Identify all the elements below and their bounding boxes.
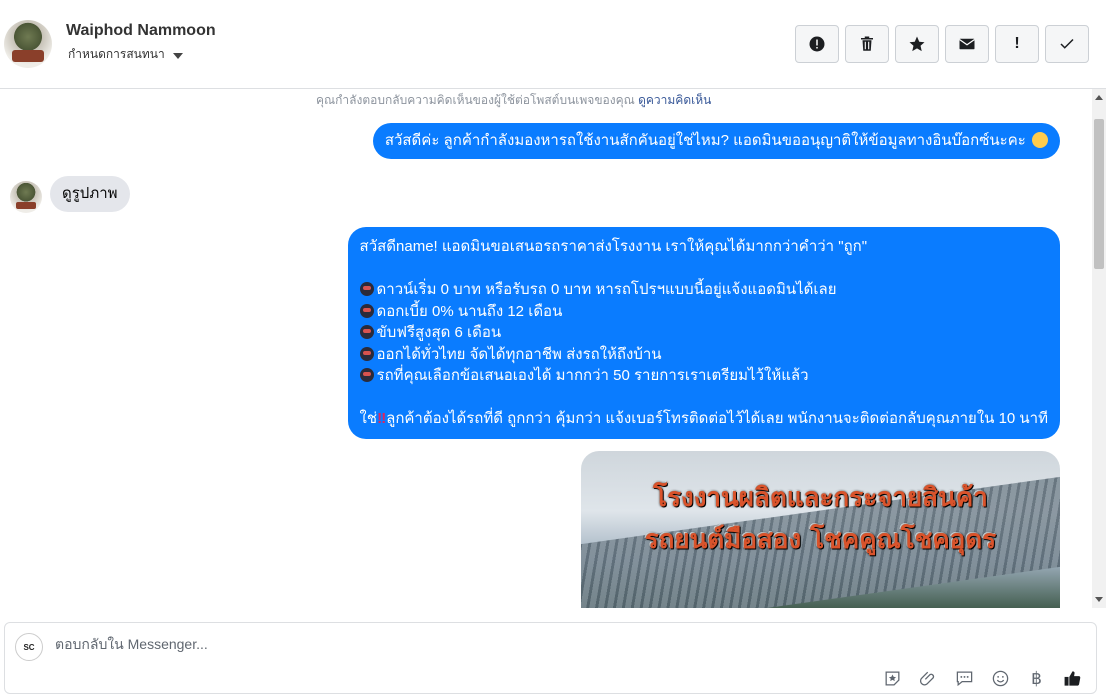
message-thread[interactable]: คุณกำลังตอบกลับความคิดเห็นของผู้ใช้ต่อโพ… — [0, 89, 1092, 608]
mark-unread-button[interactable] — [945, 25, 989, 63]
like-icon[interactable] — [1063, 669, 1082, 688]
message-line: ใช่‼ลูกค้าต้องได้รถที่ดี ถูกกว่า คุ้มกว่… — [359, 410, 1048, 427]
attachment-icon[interactable] — [919, 669, 938, 688]
conversation-header: Waiphod Nammoon กำหนดการสนทนา ! — [0, 0, 1106, 89]
double-exclamation-icon: ‼ — [377, 410, 387, 427]
message-line: รถที่คุณเลือกข้อเสนอเองได้ มากกว่า 50 รา… — [359, 365, 1048, 387]
delete-button[interactable] — [845, 25, 889, 63]
car-emoji-icon — [359, 325, 374, 339]
important-button[interactable]: ! — [995, 25, 1039, 63]
message-line: ดาวน์เริ่ม 0 บาท หรือรับรถ 0 บาท หารถโปร… — [359, 279, 1048, 301]
check-icon — [1060, 38, 1074, 49]
alert-circle-icon — [809, 36, 825, 52]
message-line: ดอกเบี้ย 0% นานถึง 12 เดือน — [359, 301, 1048, 323]
saved-reply-icon[interactable] — [955, 669, 974, 688]
payment-icon[interactable]: ฿ — [1027, 669, 1046, 688]
conversation-status-label: กำหนดการสนทนา — [68, 47, 165, 61]
scroll-up-arrow-icon[interactable] — [1095, 95, 1103, 100]
message-line: สวัสดีname! แอดมินขอเสนอรถราคาส่งโรงงาน … — [359, 238, 868, 255]
reply-input[interactable] — [53, 635, 857, 653]
message-line: ขับฟรีสูงสุด 6 เดือน — [359, 322, 1048, 344]
message-line: ออกได้ทั่วไทย จัดได้ทุกอาชีพ ส่งรถให้ถึง… — [359, 344, 1048, 366]
car-emoji-icon — [359, 303, 374, 318]
sticker-icon[interactable] — [883, 669, 902, 688]
avatar[interactable] — [4, 20, 52, 68]
reply-composer: SC ฿ — [4, 622, 1097, 694]
reply-context-notice: คุณกำลังตอบกลับความคิดเห็นของผู้ใช้ต่อโพ… — [316, 91, 711, 110]
image-title-line1: โรงงานผลิตและกระจายสินค้า — [653, 483, 988, 513]
car-emoji-icon — [359, 346, 374, 361]
sender-avatar[interactable] — [10, 181, 42, 213]
done-button[interactable] — [1045, 25, 1089, 63]
emoji-icon[interactable] — [991, 669, 1010, 688]
car-emoji-icon — [359, 368, 374, 382]
outgoing-message[interactable]: สวัสดีname! แอดมินขอเสนอรถราคาส่งโรงงาน … — [347, 227, 1060, 439]
outgoing-message[interactable]: สวัสดีค่ะ ลูกค้ากำลังมองหารถใช้งานสักคัน… — [372, 123, 1060, 159]
conversation-status-dropdown[interactable]: กำหนดการสนทนา — [68, 45, 183, 64]
star-icon — [909, 36, 925, 52]
spam-button[interactable] — [795, 25, 839, 63]
incoming-message[interactable]: ดูรูปภาพ — [50, 176, 130, 212]
chevron-down-icon — [172, 52, 183, 59]
header-actions: ! — [795, 25, 1089, 63]
trash-icon — [861, 36, 873, 51]
scroll-thumb[interactable] — [1094, 119, 1104, 269]
page-avatar: SC — [15, 633, 43, 661]
scroll-down-arrow-icon[interactable] — [1095, 597, 1103, 602]
image-attachment[interactable]: โรงงานผลิตและกระจายสินค้า รถยนต์มือสอง โ… — [581, 451, 1060, 608]
star-button[interactable] — [895, 25, 939, 63]
message-text: สวัสดีค่ะ ลูกค้ากำลังมองหารถใช้งานสักคัน… — [384, 132, 1026, 149]
user-name[interactable]: Waiphod Nammoon — [66, 22, 216, 40]
exclamation-icon: ! — [1014, 35, 1020, 52]
composer-tools: ฿ — [883, 669, 1082, 688]
smile-emoji-icon — [1032, 132, 1048, 148]
car-emoji-icon — [359, 282, 374, 296]
image-title-line2: รถยนต์มือสอง โชคคูณโชคอุดร — [644, 525, 997, 555]
thread-scrollbar[interactable] — [1092, 89, 1106, 608]
mail-icon — [959, 38, 975, 50]
notice-text: คุณกำลังตอบกลับความคิดเห็นของผู้ใช้ต่อโพ… — [316, 93, 635, 107]
view-comment-link[interactable]: ดูความคิดเห็น — [638, 93, 711, 107]
